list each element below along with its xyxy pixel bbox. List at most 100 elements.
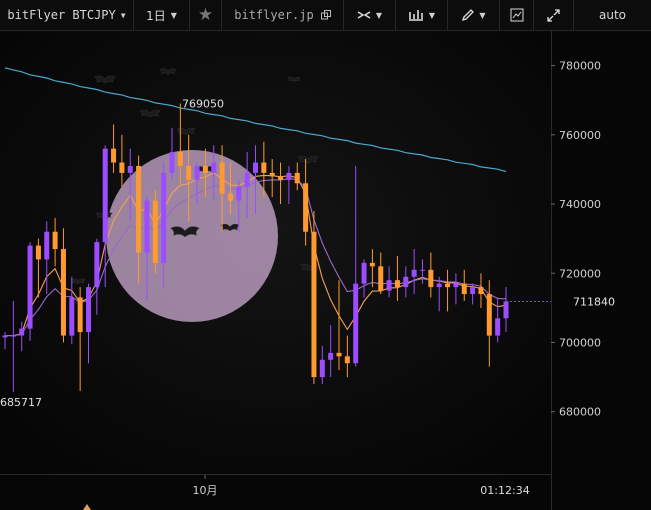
candle-body [503, 301, 509, 319]
candle-body [202, 165, 208, 173]
candle-body [278, 176, 284, 180]
interval-selector[interactable]: 1日 ▼ [134, 0, 190, 30]
candle-body [94, 242, 100, 288]
pencil-icon [462, 8, 475, 21]
candle-body [52, 231, 58, 250]
y-tick-label: 760000 [559, 129, 601, 142]
y-tick-label: 720000 [559, 267, 601, 280]
candle-body [336, 352, 342, 357]
candle-body [353, 283, 359, 364]
candle-body [44, 231, 50, 260]
candle-body [27, 245, 33, 329]
chart-window-icon [510, 8, 523, 22]
site-link[interactable]: bitflyer.jp [222, 0, 344, 30]
symbol-selector[interactable]: bitFlyer BTCJPY ▼ [0, 0, 134, 30]
candle-body [211, 162, 217, 173]
autoscale-button[interactable]: auto [574, 0, 651, 30]
candle-body [102, 148, 108, 243]
candle-body [311, 231, 317, 378]
candle-body [227, 193, 233, 201]
candle-body [19, 328, 25, 336]
chevron-down-icon: ▼ [428, 10, 436, 20]
star-favorite-button[interactable]: ★ [190, 0, 222, 30]
candle-body [152, 200, 158, 263]
expand-icon [547, 8, 560, 22]
moon-decoration [106, 150, 278, 322]
candle-body [269, 172, 275, 177]
candle-body [169, 152, 175, 173]
y-tick-label: 680000 [559, 406, 601, 419]
candle-body [119, 162, 125, 173]
y-tick-label: 700000 [559, 336, 601, 349]
time-label: 01:12:34 [480, 484, 529, 497]
candle-body [403, 276, 409, 288]
candle-body [177, 152, 183, 166]
candle-body [428, 269, 434, 288]
candle-body [77, 297, 83, 333]
chevron-down-icon: ▼ [120, 10, 126, 20]
candle-body [369, 262, 375, 267]
candle-body [35, 245, 41, 260]
candle-body [303, 183, 309, 232]
chart-type-button[interactable]: ▼ [344, 0, 396, 30]
symbol-label: bitFlyer BTCJPY [7, 8, 116, 22]
candle-body [219, 162, 225, 194]
candle-body [127, 165, 133, 173]
time-axis[interactable] [0, 475, 551, 510]
candle-body [60, 249, 66, 336]
high-annotation: 769050 [182, 98, 224, 111]
y-tick-label: 740000 [559, 198, 601, 211]
external-link-icon [320, 10, 331, 20]
candle-body [453, 283, 459, 288]
interval-label: 1日 [146, 8, 166, 23]
candle-body [436, 283, 442, 288]
candle-body [470, 287, 476, 295]
candle-body [461, 283, 467, 295]
candle-body [420, 269, 425, 271]
fullscreen-button[interactable] [534, 0, 574, 30]
chevron-down-icon: ▼ [479, 10, 486, 20]
crosshair-icon [357, 11, 371, 19]
candle-body [144, 200, 150, 253]
candle-body [328, 352, 334, 360]
candle-body [69, 297, 75, 336]
candle-body [394, 280, 400, 288]
candle-body [411, 269, 417, 277]
candle-body [294, 172, 300, 184]
current-price-label: 711840 [573, 296, 615, 309]
star-icon: ★ [197, 5, 214, 25]
candle-body [111, 148, 117, 163]
candle-body [486, 294, 492, 336]
candle-body [261, 162, 267, 173]
candle-body [319, 359, 325, 378]
candle-body [253, 162, 258, 173]
low-annotation: 685717 [0, 396, 42, 409]
candle-body [86, 287, 91, 333]
candle-body [286, 172, 292, 180]
indicators-button[interactable]: ▼ [396, 0, 448, 30]
bar-chart-icon [408, 10, 423, 21]
price-chart[interactable]: 780000 760000 740000 720000 700000 680000 711… [0, 31, 651, 510]
candle-body [445, 283, 451, 288]
autoscale-label: auto [598, 8, 626, 22]
candle-body [495, 318, 501, 336]
candle-body [344, 356, 350, 364]
x-tick-label: 10月 [193, 484, 218, 497]
candle-body [378, 266, 384, 291]
candle-body [186, 165, 192, 180]
candle [152, 190, 158, 274]
candle-body [10, 335, 16, 337]
candle-body [136, 165, 142, 253]
candle-body [194, 165, 200, 180]
candle-body [361, 262, 367, 284]
drawing-tools-button[interactable]: ▼ [448, 0, 500, 30]
candle-body [244, 172, 250, 187]
candle [27, 242, 33, 341]
site-url: bitflyer.jp [234, 8, 314, 22]
candle-body [236, 186, 242, 201]
toolbar: bitFlyer BTCJPY ▼ 1日 ▼ ★ bitflyer.jp ▼ ▼ ▼… [0, 0, 651, 31]
chevron-down-icon: ▼ [375, 10, 383, 20]
candle-body [386, 280, 392, 291]
candle-body [161, 172, 167, 263]
compare-button[interactable] [500, 0, 534, 30]
